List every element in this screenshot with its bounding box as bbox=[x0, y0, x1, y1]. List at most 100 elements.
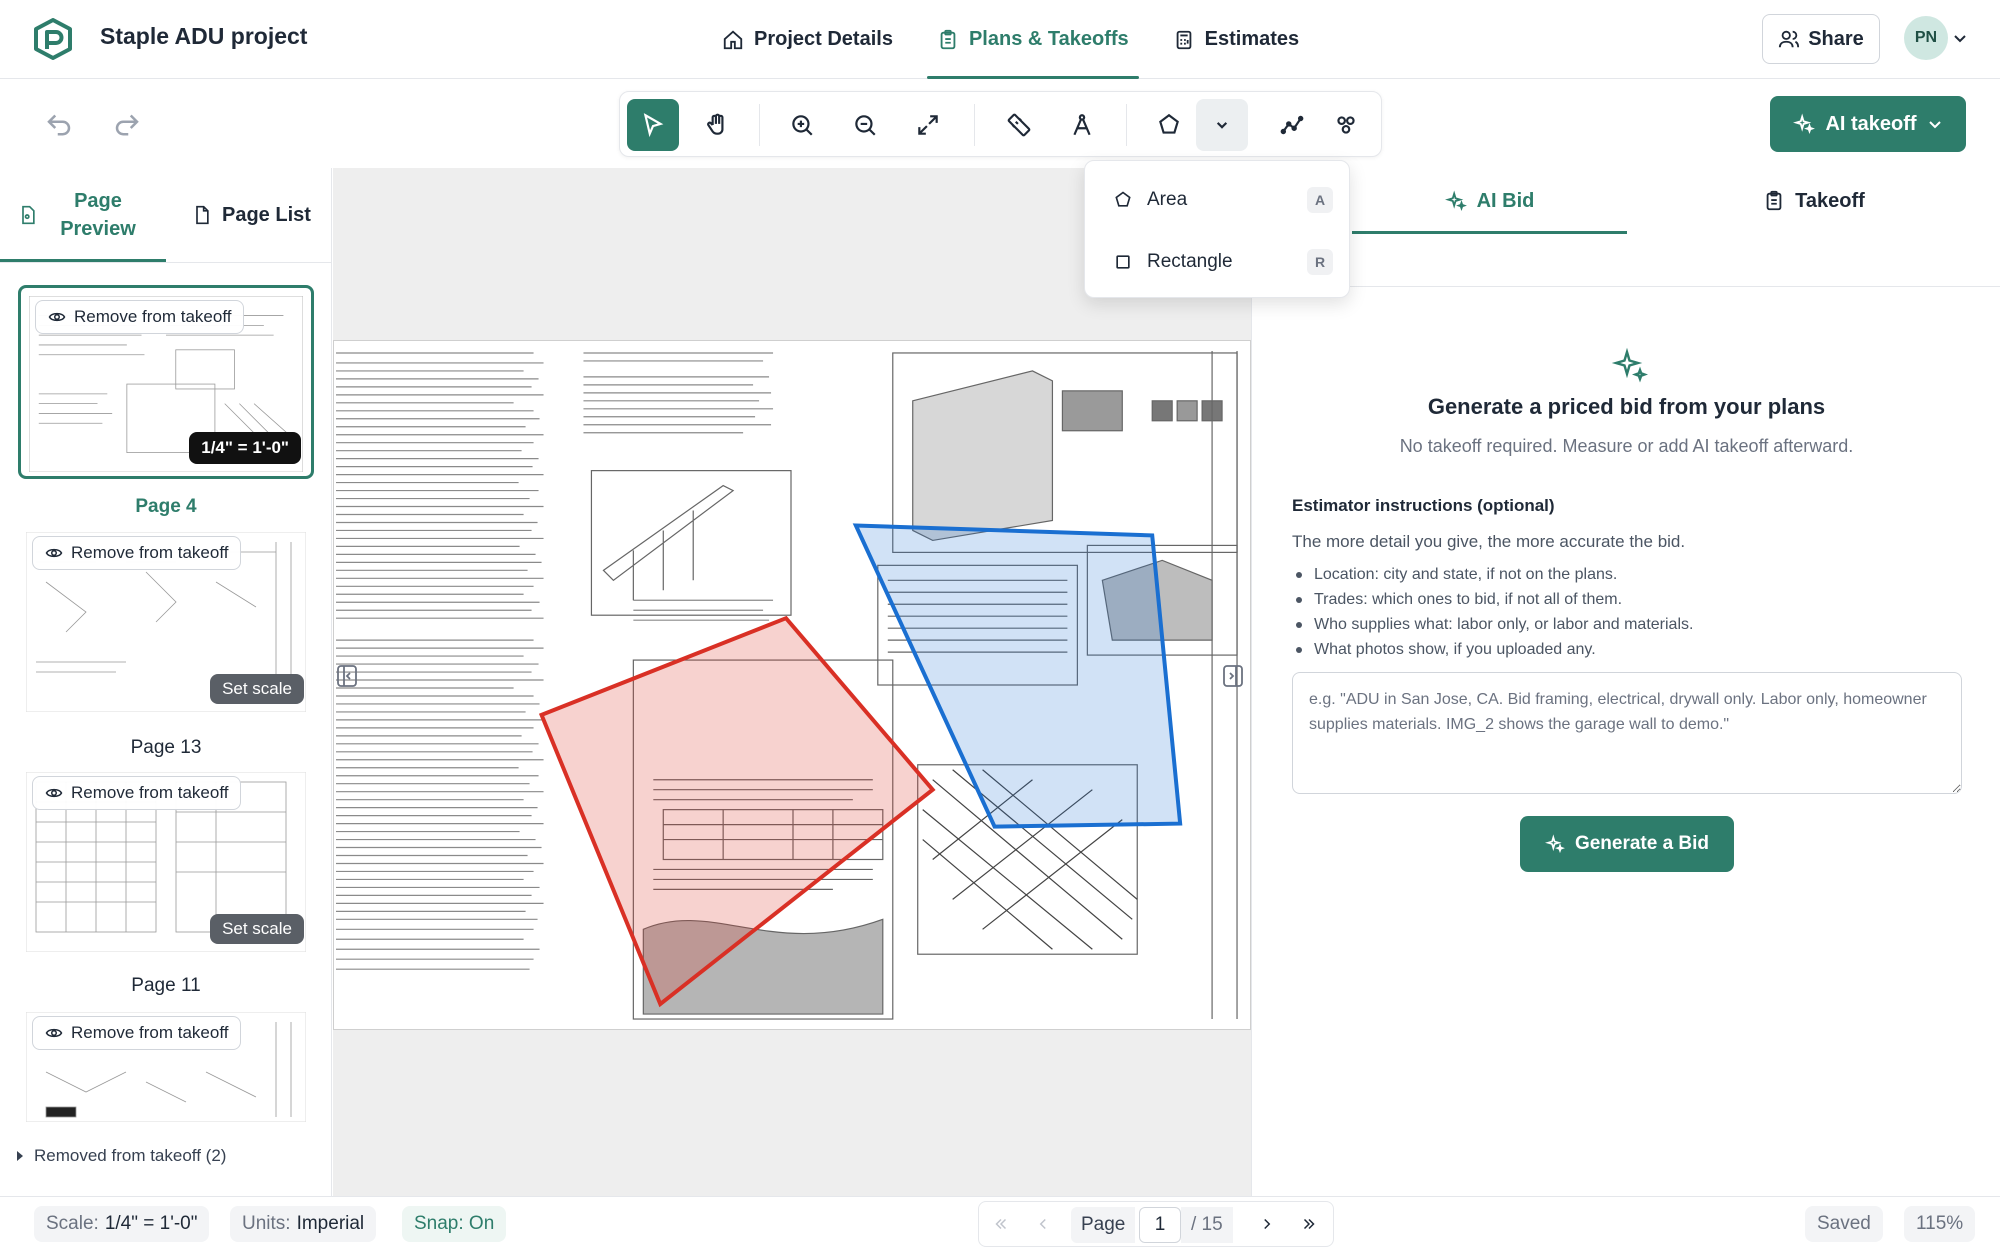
units-indicator[interactable]: Units: Imperial bbox=[230, 1206, 377, 1242]
area-tool[interactable] bbox=[1143, 99, 1195, 151]
menu-item-label: Area bbox=[1147, 189, 1188, 210]
page-label: Page 4 bbox=[135, 496, 197, 517]
set-scale-button[interactable]: Set scale bbox=[210, 674, 304, 704]
caret-right-icon bbox=[17, 1151, 23, 1161]
drawing-toolbar bbox=[619, 91, 1382, 157]
cursor-icon bbox=[643, 113, 664, 138]
undo-icon[interactable] bbox=[44, 108, 74, 138]
clipboard-icon bbox=[940, 29, 956, 49]
generate-bid-button[interactable]: Generate a Bid bbox=[1520, 816, 1734, 872]
count-tool[interactable] bbox=[1056, 99, 1108, 151]
page-thumbnail[interactable]: Remove from takeoff bbox=[18, 1004, 314, 1126]
main-nav: Project Details Plans & Takeoffs Estimat… bbox=[700, 0, 1321, 79]
page-number-input[interactable] bbox=[1139, 1207, 1181, 1243]
instructions-label: Estimator instructions (optional) bbox=[1292, 496, 1555, 515]
ai-takeoff-label: AI takeoff bbox=[1825, 112, 1917, 135]
sparkle-icon bbox=[1444, 190, 1467, 212]
chevron-left-icon bbox=[1039, 1218, 1046, 1230]
first-page-button[interactable] bbox=[989, 1212, 1013, 1236]
next-page-button[interactable] bbox=[1255, 1212, 1279, 1236]
list-item: Who supplies what: labor only, or labor … bbox=[1292, 612, 1693, 637]
nav-project-details[interactable]: Project Details bbox=[700, 0, 915, 79]
bid-subtitle: No takeoff required. Measure or add AI t… bbox=[1399, 436, 1854, 456]
tab-label: Page List bbox=[222, 203, 311, 226]
menu-item-rectangle[interactable]: Rectangle R bbox=[1085, 233, 1351, 291]
page-thumbnail[interactable]: Remove from takeoff Set scale bbox=[18, 764, 314, 958]
status-bar: Scale: 1/4" = 1'-0" Units: Imperial Snap: … bbox=[0, 1196, 2000, 1250]
collapse-left-icon[interactable] bbox=[335, 662, 359, 690]
star-icon bbox=[1159, 113, 1179, 134]
list-item: What photos show, if you uploaded any. bbox=[1292, 637, 1693, 662]
page-thumbnail[interactable]: Remove from takeoff 1/4" = 1'-0" bbox=[18, 285, 314, 479]
tab-takeoff[interactable]: Takeoff bbox=[1627, 168, 2000, 234]
sparkle-icon bbox=[1793, 113, 1816, 135]
zoom-in-tool[interactable] bbox=[776, 99, 828, 151]
redo-icon[interactable] bbox=[112, 108, 142, 138]
menu-item-area[interactable]: Area A bbox=[1085, 171, 1351, 229]
tab-page-preview[interactable]: Page Preview bbox=[18, 168, 166, 262]
compass-icon bbox=[1073, 114, 1091, 136]
zoom-out-tool[interactable] bbox=[839, 99, 891, 151]
chevrons-left-icon bbox=[995, 1218, 1007, 1230]
nav-label: Plans & Takeoffs bbox=[968, 28, 1129, 50]
remove-from-takeoff-button[interactable]: Remove from takeoff bbox=[32, 1016, 242, 1050]
chevron-down-icon[interactable] bbox=[1952, 30, 1968, 46]
select-tool[interactable] bbox=[627, 99, 679, 151]
eye-icon bbox=[45, 788, 63, 798]
prev-page-button[interactable] bbox=[1031, 1212, 1055, 1236]
group-tool[interactable] bbox=[1320, 99, 1372, 151]
estimator-instructions-input[interactable] bbox=[1292, 672, 1962, 794]
remove-from-takeoff-button[interactable]: Remove from takeoff bbox=[32, 776, 242, 810]
last-page-button[interactable] bbox=[1297, 1212, 1321, 1236]
eye-icon bbox=[45, 1028, 63, 1038]
page-label: Page 13 bbox=[130, 737, 202, 758]
tab-ai-bid[interactable]: AI Bid bbox=[1352, 168, 1627, 234]
remove-label: Remove from takeoff bbox=[71, 543, 229, 562]
nav-estimates[interactable]: Estimates bbox=[1151, 0, 1322, 79]
chevron-down-icon bbox=[1928, 121, 1941, 129]
fit-tool[interactable] bbox=[902, 99, 954, 151]
page-thumbnail[interactable]: Remove from takeoff Set scale bbox=[18, 524, 314, 718]
remove-label: Remove from takeoff bbox=[71, 783, 229, 802]
chevron-right-icon bbox=[1264, 1218, 1271, 1230]
clipboard-icon bbox=[1766, 190, 1782, 211]
snap-toggle[interactable]: Snap: On bbox=[402, 1206, 507, 1242]
plan-canvas[interactable] bbox=[333, 168, 1251, 1196]
remove-from-takeoff-button[interactable]: Remove from takeoff bbox=[35, 300, 245, 334]
page-navigator: Page / 15 bbox=[978, 1201, 1334, 1247]
toolbar-divider bbox=[759, 104, 760, 146]
home-icon bbox=[723, 30, 743, 49]
collapse-right-icon[interactable] bbox=[1221, 662, 1245, 690]
removed-from-takeoff-toggle[interactable]: Removed from takeoff (2) bbox=[14, 1146, 226, 1166]
scale-indicator[interactable]: Scale: 1/4" = 1'-0" bbox=[34, 1206, 210, 1242]
list-item: Location: city and state, if not on the … bbox=[1292, 562, 1693, 587]
nodes-icon bbox=[1337, 116, 1355, 134]
pan-tool[interactable] bbox=[691, 99, 743, 151]
page-total: / 15 bbox=[1181, 1207, 1233, 1243]
tab-label: Page Preview bbox=[60, 190, 136, 240]
remove-label: Remove from takeoff bbox=[74, 307, 232, 326]
set-scale-button[interactable]: Set scale bbox=[210, 914, 304, 944]
zoom-in-icon bbox=[792, 115, 813, 136]
user-avatar[interactable]: PN bbox=[1904, 16, 1948, 60]
page-label: Page bbox=[1071, 1207, 1136, 1243]
polyline-tool[interactable] bbox=[1266, 99, 1318, 151]
project-title: Staple ADU project bbox=[100, 23, 308, 49]
share-button[interactable]: Share bbox=[1762, 14, 1880, 64]
ruler-icon bbox=[1007, 113, 1031, 137]
ai-takeoff-button[interactable]: AI takeoff bbox=[1770, 96, 1966, 152]
eye-icon bbox=[48, 312, 66, 322]
hand-icon bbox=[707, 113, 724, 135]
app-logo-icon[interactable] bbox=[32, 18, 74, 60]
tab-page-list[interactable]: Page List bbox=[192, 168, 311, 262]
plan-sheet bbox=[333, 340, 1251, 1030]
remove-from-takeoff-button[interactable]: Remove from takeoff bbox=[32, 536, 242, 570]
nav-plans-takeoffs[interactable]: Plans & Takeoffs bbox=[915, 0, 1151, 79]
area-dropdown-toggle[interactable] bbox=[1196, 99, 1248, 151]
instructions-tips: Location: city and state, if not on the … bbox=[1292, 562, 1693, 662]
area-tool-menu: Area A Rectangle R bbox=[1084, 160, 1350, 298]
page-label: Page 11 bbox=[131, 975, 201, 996]
measure-tool[interactable] bbox=[993, 99, 1045, 151]
list-item: Trades: which ones to bid, if not all of… bbox=[1292, 587, 1693, 612]
zoom-level[interactable]: 115% bbox=[1904, 1206, 1976, 1242]
